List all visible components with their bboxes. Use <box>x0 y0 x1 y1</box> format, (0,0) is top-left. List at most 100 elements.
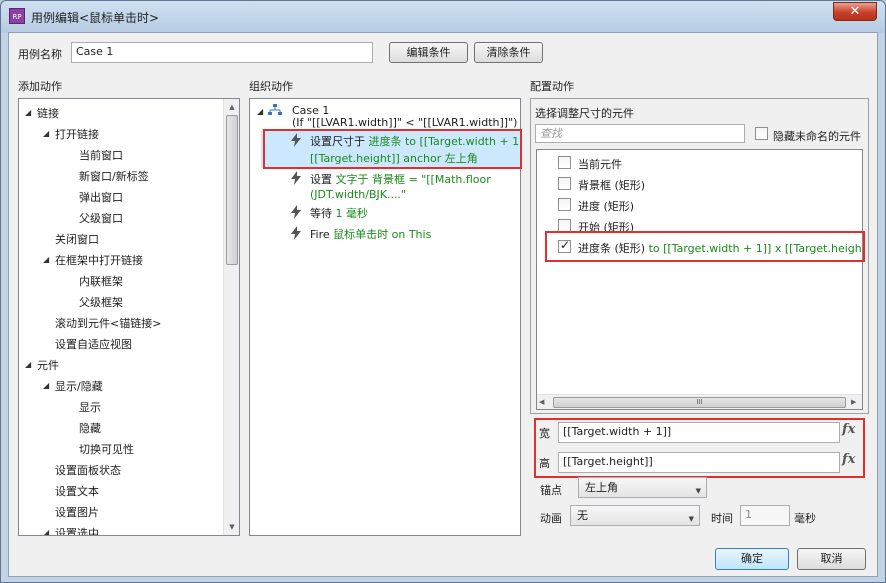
tree-item[interactable]: 在框架中打开链接 <box>55 252 143 268</box>
widget-label: 开始 (矩形) <box>578 221 635 234</box>
action-detail: 1 毫秒 <box>335 207 369 220</box>
height-input[interactable]: [[Target.height]] <box>558 452 840 473</box>
lightning-icon <box>290 171 302 188</box>
configure-action-header: 配置动作 <box>530 80 574 93</box>
tree-item[interactable]: 显示 <box>79 399 101 415</box>
tree-item[interactable]: 显示/隐藏 <box>55 378 103 394</box>
hide-unnamed-label: 隐藏未命名的元件 <box>773 130 861 143</box>
width-label: 宽 <box>539 427 550 440</box>
expand-triangle-icon[interactable]: ◢ <box>25 360 31 369</box>
chevron-down-icon: ▼ <box>695 487 701 495</box>
action-prefix: Fire <box>310 228 334 241</box>
expand-triangle-icon[interactable]: ◢ <box>43 129 49 138</box>
tree-item[interactable]: 父级框架 <box>79 294 123 310</box>
widget-label: 进度 (矩形) <box>578 200 635 213</box>
widget-checkbox[interactable] <box>558 219 571 232</box>
tree-item[interactable]: 设置选中 <box>55 525 99 535</box>
clear-condition-button[interactable]: 清除条件 <box>474 42 543 63</box>
tree-item[interactable]: 弹出窗口 <box>79 189 123 205</box>
scroll-down-icon[interactable]: ▼ <box>224 519 239 535</box>
expand-triangle-icon[interactable]: ◢ <box>43 528 49 535</box>
case-name-input[interactable]: Case 1 <box>71 42 373 63</box>
lightning-icon <box>290 133 302 150</box>
select-widget-label: 选择调整尺寸的元件 <box>535 107 634 120</box>
widget-item[interactable]: 开始 (矩形) <box>578 219 634 235</box>
action-detail-line2: [[Target.height]] anchor 左上角 <box>310 152 478 165</box>
widget-item[interactable]: 进度 (矩形) <box>578 198 634 214</box>
animate-dropdown[interactable]: 无 ▼ <box>570 505 700 526</box>
tree-item[interactable]: 设置图片 <box>55 504 99 520</box>
add-action-header: 添加动作 <box>18 80 62 93</box>
cancel-button[interactable]: 取消 <box>797 548 866 570</box>
close-button[interactable]: ✕ <box>833 2 877 21</box>
tree-item[interactable]: 设置面板状态 <box>55 462 121 478</box>
edit-condition-button[interactable]: 编辑条件 <box>389 42 468 63</box>
action-item[interactable]: 等待 1 毫秒 <box>310 205 368 221</box>
scroll-left-icon[interactable]: ◀ <box>539 395 544 409</box>
organize-action-panel: ◢ Case 1 (If "[[LVAR1.width]]" < "[[LVAR… <box>249 98 521 536</box>
action-item[interactable]: 设置尺寸于 进度条 to [[Target.width + 1]] x <box>310 133 521 149</box>
widget-checkbox[interactable] <box>558 156 571 169</box>
add-tree-scrollbar[interactable]: ▲ ▼ <box>223 99 239 535</box>
tree-item[interactable]: 父级窗口 <box>79 210 123 226</box>
anchor-value: 左上角 <box>585 481 618 494</box>
tree-item[interactable]: 打开链接 <box>55 126 99 142</box>
tree-item[interactable]: 新窗口/新标签 <box>79 168 149 184</box>
tree-item[interactable]: 隐藏 <box>79 420 101 436</box>
tree-item[interactable]: 当前窗口 <box>79 147 123 163</box>
widget-checkbox[interactable]: ✓ <box>558 238 571 253</box>
action-detail-line2: (JDT.width/BJK...." <box>310 188 406 201</box>
tree-item[interactable]: 元件 <box>37 357 59 373</box>
widget-checkbox[interactable] <box>558 177 571 190</box>
widget-checkbox[interactable] <box>558 198 571 211</box>
width-fx-button[interactable]: fx <box>842 422 855 437</box>
add-action-tree: ◢ 链接 ◢ 打开链接当前窗口新窗口/新标签 弹出窗口父级窗口关闭窗口 ◢ 在框架中打开链接… <box>18 98 240 536</box>
organize-action-header: 组织动作 <box>249 80 293 93</box>
scroll-thumb[interactable] <box>226 115 238 265</box>
time-input[interactable]: 1 <box>740 505 790 526</box>
hide-unnamed-checkbox[interactable] <box>755 127 768 140</box>
tree-item[interactable]: 设置自适应视图 <box>55 336 132 352</box>
widget-resize-detail: to [[Target.width + 1]] x [[Target.heigh… <box>648 242 862 255</box>
anchor-label: 锚点 <box>540 484 562 497</box>
ok-button[interactable]: 确定 <box>715 548 789 570</box>
tree-item[interactable]: 关闭窗口 <box>55 231 99 247</box>
action-item[interactable]: Fire 鼠标单击时 on This <box>310 226 431 242</box>
width-input[interactable]: [[Target.width + 1]] <box>558 422 840 443</box>
check-icon: ✓ <box>560 238 571 252</box>
height-label: 高 <box>539 457 550 470</box>
widget-list-hscrollbar[interactable]: ◀ III ▶ <box>537 394 862 409</box>
scroll-right-icon[interactable]: ▶ <box>851 395 856 409</box>
widget-item[interactable]: 进度条 (矩形) to [[Target.width + 1]] x [[Tar… <box>578 240 862 256</box>
size-section: 宽 [[Target.width + 1]] fx 高 [[Target.hei… <box>531 418 865 477</box>
expand-triangle-icon[interactable]: ◢ <box>25 108 31 117</box>
hscroll-thumb[interactable]: III <box>553 397 846 408</box>
chevron-down-icon: ▼ <box>688 515 694 523</box>
expand-triangle-icon[interactable]: ◢ <box>43 255 49 264</box>
window-title: 用例编辑<鼠标单击时> <box>31 11 160 25</box>
widget-label: 背景框 (矩形) <box>578 179 646 192</box>
configure-panel: 选择调整尺寸的元件 查找 隐藏未命名的元件 当前元件背景框 (矩形) 进度 (矩形… <box>530 98 869 414</box>
tree-item[interactable]: 切换可见性 <box>79 441 134 457</box>
lightning-icon <box>290 226 302 243</box>
tree-item[interactable]: 链接 <box>37 105 59 121</box>
tree-item[interactable]: 滚动到元件<锚链接> <box>55 315 161 331</box>
widget-list: 当前元件背景框 (矩形) 进度 (矩形) 开始 (矩形) ✓ 进度条 (矩形) to [… <box>536 149 863 410</box>
widget-item[interactable]: 背景框 (矩形) <box>578 177 645 193</box>
title-bar[interactable]: RP 用例编辑<鼠标单击时> ✕ <box>1 1 885 33</box>
widget-item[interactable]: 当前元件 <box>578 156 622 172</box>
anchor-dropdown[interactable]: 左上角 ▼ <box>578 477 707 498</box>
case-name-label: 用例名称 <box>18 48 62 61</box>
expand-triangle-icon[interactable]: ◢ <box>43 381 49 390</box>
scroll-up-icon[interactable]: ▲ <box>224 99 239 115</box>
tree-item[interactable]: 内联框架 <box>79 273 123 289</box>
widget-search-input[interactable]: 查找 <box>535 124 745 143</box>
tree-item[interactable]: 设置文本 <box>55 483 99 499</box>
height-fx-button[interactable]: fx <box>842 452 855 467</box>
action-detail: 进度条 to [[Target.width + 1]] x <box>368 135 521 148</box>
action-item[interactable]: 设置 文字于 背景框 = "[[Math.floor <box>310 171 491 187</box>
animate-label: 动画 <box>540 512 562 525</box>
app-icon: RP <box>9 8 25 24</box>
expand-triangle-icon[interactable]: ◢ <box>257 107 263 116</box>
animate-value: 无 <box>577 509 588 522</box>
